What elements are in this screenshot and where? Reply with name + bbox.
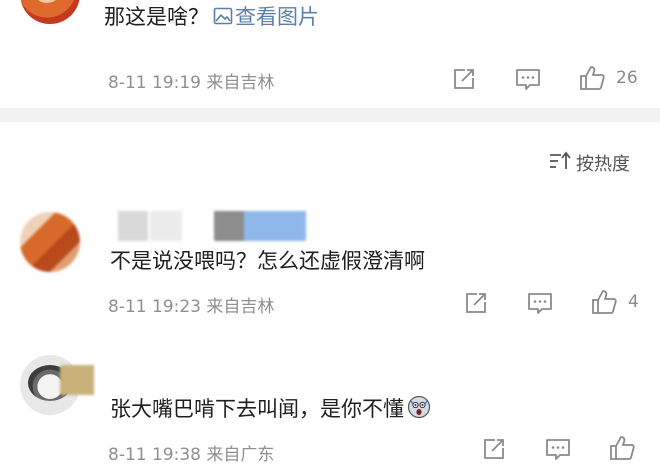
like-icon	[578, 64, 606, 92]
comment-icon	[515, 67, 541, 91]
comment-button[interactable]	[545, 437, 571, 461]
share-icon	[464, 291, 488, 315]
avatar[interactable]	[20, 212, 80, 272]
like-count: 4	[628, 292, 639, 312]
view-image-link[interactable]: 查看图片	[209, 5, 319, 29]
sort-button[interactable]: 按热度	[548, 150, 630, 176]
share-icon	[482, 437, 506, 461]
scared-emoji-icon	[407, 395, 431, 424]
comment-body: 那这是啥？	[104, 5, 209, 29]
share-button[interactable]	[482, 437, 506, 461]
like-icon	[590, 288, 618, 316]
like-count: 26	[616, 68, 638, 88]
comment-text: 张大嘴巴啃下去叫闻，是你不懂	[110, 393, 431, 424]
comment-meta: 8-11 19:23 来自吉林	[108, 297, 275, 317]
comment-meta: 8-11 19:38 来自广东	[108, 445, 275, 465]
section-divider	[0, 108, 660, 122]
share-button[interactable]	[464, 291, 488, 315]
view-image-label: 查看图片	[235, 5, 319, 29]
comment-icon	[545, 437, 571, 461]
username-redacted[interactable]	[118, 211, 308, 241]
comment-body: 张大嘴巴啃下去叫闻，是你不懂	[110, 397, 404, 421]
comment-body: 不是说没喂吗？怎么还虚假澄清啊	[110, 249, 425, 273]
username-redacted[interactable]	[60, 365, 94, 395]
like-button[interactable]: 4	[590, 288, 639, 316]
comment-button[interactable]	[515, 67, 541, 91]
comment-icon	[527, 291, 553, 315]
comment-meta: 8-11 19:19 来自吉林	[108, 73, 275, 93]
share-icon	[452, 67, 476, 91]
comment-text: 那这是啥？ 查看图片	[104, 1, 319, 31]
image-icon	[213, 6, 233, 31]
like-button[interactable]: 26	[578, 64, 638, 92]
sort-label: 按热度	[576, 154, 630, 175]
avatar[interactable]	[20, 0, 80, 24]
sort-icon	[548, 150, 572, 176]
share-button[interactable]	[452, 67, 476, 91]
comment-button[interactable]	[527, 291, 553, 315]
